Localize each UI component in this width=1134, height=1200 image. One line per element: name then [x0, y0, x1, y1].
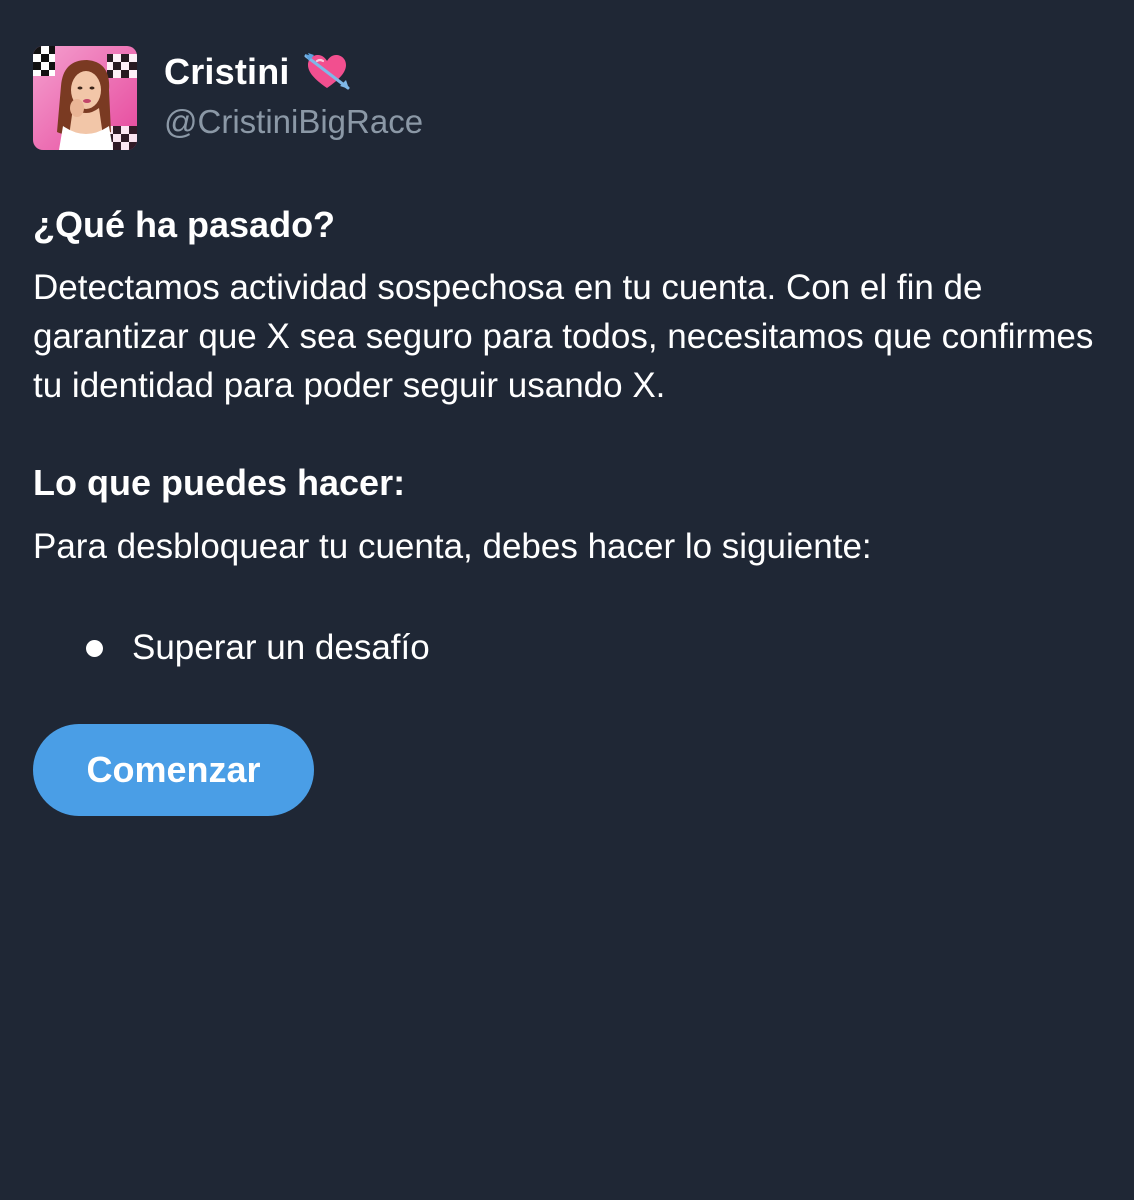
what-you-can-do-title: Lo que puedes hacer: [33, 462, 406, 503]
what-happened-body: Detectamos actividad sospechosa en tu cu… [33, 268, 1094, 405]
profile-header: Cristini @CristiniBigRace [33, 46, 423, 150]
list-item: Superar un desafío [33, 624, 430, 672]
user-handle[interactable]: @CristiniBigRace [164, 103, 423, 141]
heart-with-arrow-icon [304, 52, 350, 92]
step-label: Superar un desafío [132, 628, 430, 667]
display-name[interactable]: Cristini [164, 51, 290, 93]
what-happened-title: ¿Qué ha pasado? [33, 204, 336, 245]
steps-list: Superar un desafío [33, 624, 430, 672]
avatar-image [33, 46, 137, 150]
profile-names: Cristini @CristiniBigRace [164, 50, 423, 141]
bullet-icon [86, 639, 103, 657]
display-name-row: Cristini [164, 50, 423, 94]
what-you-can-do-body: Para desbloquear tu cuenta, debes hacer … [33, 527, 872, 566]
avatar[interactable] [33, 46, 137, 150]
start-button[interactable]: Comenzar [33, 724, 314, 816]
